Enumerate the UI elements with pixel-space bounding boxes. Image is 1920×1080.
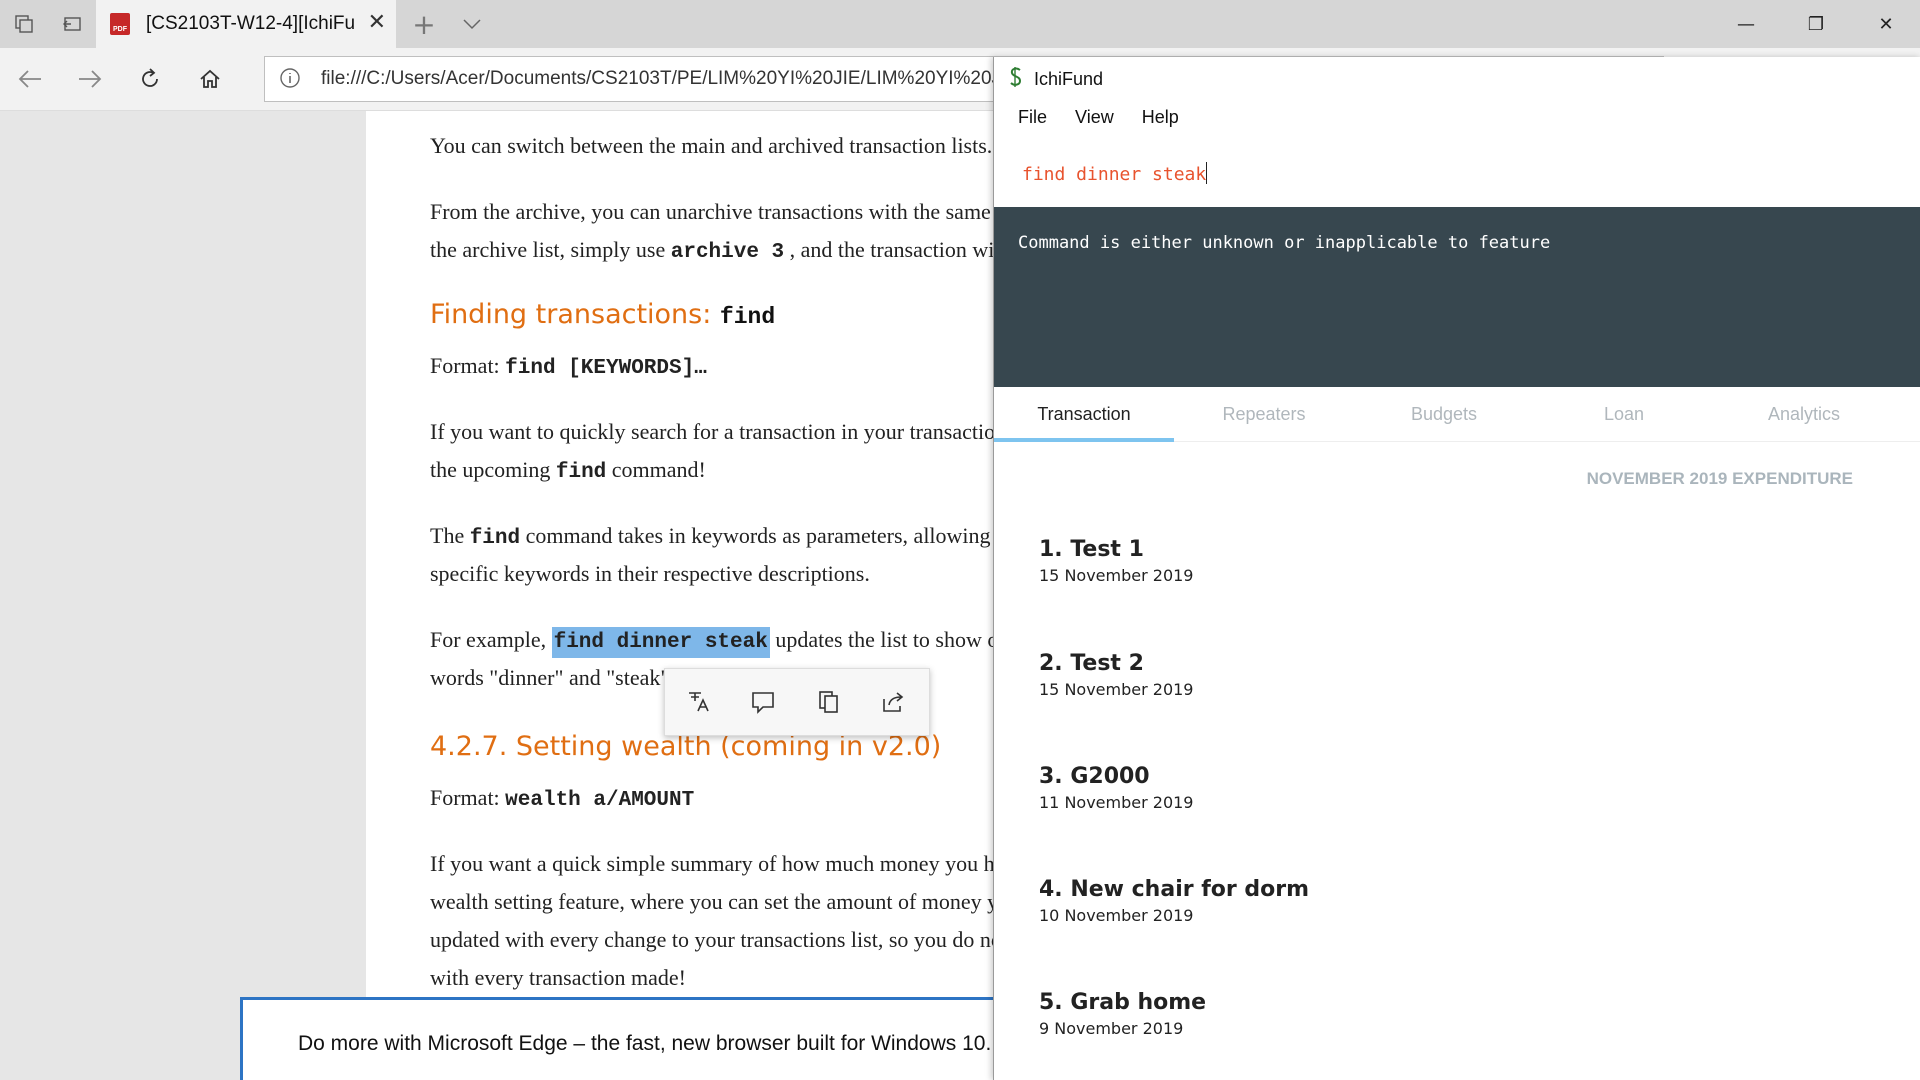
tab-transaction[interactable]: Transaction [994,387,1174,442]
transaction-date: 15 November 2019 [1039,680,1194,699]
pdf-icon: PDF [110,13,130,35]
format-find: Format: find [KEYWORDS]… [430,347,707,388]
chevron-down-icon[interactable] [448,0,496,48]
transaction-item[interactable]: 4. New chair for dorm 10 November 2019 [1039,877,1309,925]
transaction-date: 15 November 2019 [1039,566,1194,585]
new-tab-icon[interactable]: + [400,0,448,48]
transaction-date: 10 November 2019 [1039,906,1194,925]
refresh-icon[interactable] [130,60,170,98]
paragraph-example-line2: words "dinner" and "steak". [430,665,675,690]
menu-file[interactable]: File [1018,107,1047,128]
copy-icon[interactable] [815,688,843,716]
code-find: find [469,527,521,550]
read-aloud-icon[interactable] [685,688,713,716]
transaction-title: 4. New chair for dorm [1039,877,1310,902]
command-input[interactable]: find dinner steak [1022,162,1208,185]
text-span: command! [606,457,706,482]
ichifund-window: IchiFund File View Help find dinner stea… [993,57,1920,1080]
share-icon[interactable] [879,688,907,716]
close-icon[interactable]: ✕ [368,10,386,35]
comment-icon[interactable] [749,688,777,716]
browser-tab[interactable]: PDF [CS2103T-W12-4][IchiFund] ✕ [96,0,396,48]
text-caret [1206,162,1208,184]
text-span: For example, [430,627,552,652]
transaction-item[interactable]: 1. Test 1 15 November 2019 [1039,537,1193,585]
tab-title: [CS2103T-W12-4][IchiFund] [146,13,356,34]
paragraph-switch-lists: You can switch between the main and arch… [430,133,993,158]
transaction-item[interactable]: 2. Test 2 15 November 2019 [1039,651,1193,699]
app-title: IchiFund [1034,68,1104,89]
back-arrow-icon[interactable] [10,60,50,98]
transaction-title: 1. Test 1 [1039,537,1144,562]
transaction-title: 2. Test 2 [1039,651,1144,676]
tab-actions-icon[interactable] [0,0,48,48]
paragraph-search-line2: the upcoming find command! [430,451,706,492]
transaction-item[interactable]: 5. Grab home 9 November 2019 [1039,990,1206,1038]
text-span: the upcoming [430,457,556,482]
text-span: the archive list, simply use [430,237,671,262]
heading-code: find [719,304,776,330]
format-label: Format: [430,353,506,378]
paragraph-keywords-line2: specific keywords in their respective de… [430,561,870,586]
code-find: find [555,461,607,484]
app-title-bar: IchiFund [1008,65,1103,93]
selected-code-find-dinner-steak[interactable]: find dinner steak [551,627,770,658]
edge-promo-text: Do more with Microsoft Edge – the fast, … [298,1032,992,1055]
paragraph-wealth-line4: with every transaction made! [430,965,686,990]
heading-text: Finding transactions: [430,299,720,330]
heading-finding-transactions: Finding transactions: find [430,299,775,330]
minimize-button[interactable]: — [1712,0,1780,48]
url-text: file:///C:/Users/Acer/Documents/CS2103T/… [321,68,1051,89]
text-span: The [430,523,470,548]
format-code: find [KEYWORDS]… [505,357,707,380]
transaction-date: 9 November 2019 [1039,1019,1184,1038]
menu-help[interactable]: Help [1142,107,1179,128]
menu-view[interactable]: View [1075,107,1114,128]
result-message: Command is either unknown or inapplicabl… [1018,233,1551,253]
tab-repeaters[interactable]: Repeaters [1174,387,1354,441]
period-label: NOVEMBER 2019 EXPENDITURE [1586,469,1853,488]
tab-analytics[interactable]: Analytics [1714,387,1894,441]
home-icon[interactable] [190,60,230,98]
command-text: find dinner steak [1022,164,1207,185]
format-wealth: Format: wealth a/AMOUNT [430,779,694,820]
menu-bar: File View Help [1018,107,1179,128]
ichifund-logo-icon [1008,66,1024,93]
restore-button[interactable]: ❐ [1782,0,1850,48]
info-icon[interactable] [279,67,301,93]
close-window-button[interactable]: ✕ [1852,0,1920,48]
back-tabs-icon[interactable] [48,0,96,48]
format-label: Format: [430,785,506,810]
browser-tab-bar: PDF [CS2103T-W12-4][IchiFund] ✕ + — ❐ ✕ [0,0,1920,48]
tab-loan[interactable]: Loan [1534,387,1714,441]
selection-toolbar [664,668,930,736]
code-archive: archive 3 [670,241,785,264]
forward-arrow-icon[interactable] [70,60,110,98]
transaction-item[interactable]: 3. G2000 11 November 2019 [1039,764,1193,812]
format-code: wealth a/AMOUNT [505,789,695,812]
transaction-title: 3. G2000 [1039,764,1150,789]
transaction-title: 5. Grab home [1039,990,1207,1015]
transaction-date: 11 November 2019 [1039,793,1194,812]
tab-budgets[interactable]: Budgets [1354,387,1534,441]
result-display: Command is either unknown or inapplicabl… [994,207,1920,387]
feature-tabs: Transaction Repeaters Budgets Loan Analy… [994,387,1920,442]
